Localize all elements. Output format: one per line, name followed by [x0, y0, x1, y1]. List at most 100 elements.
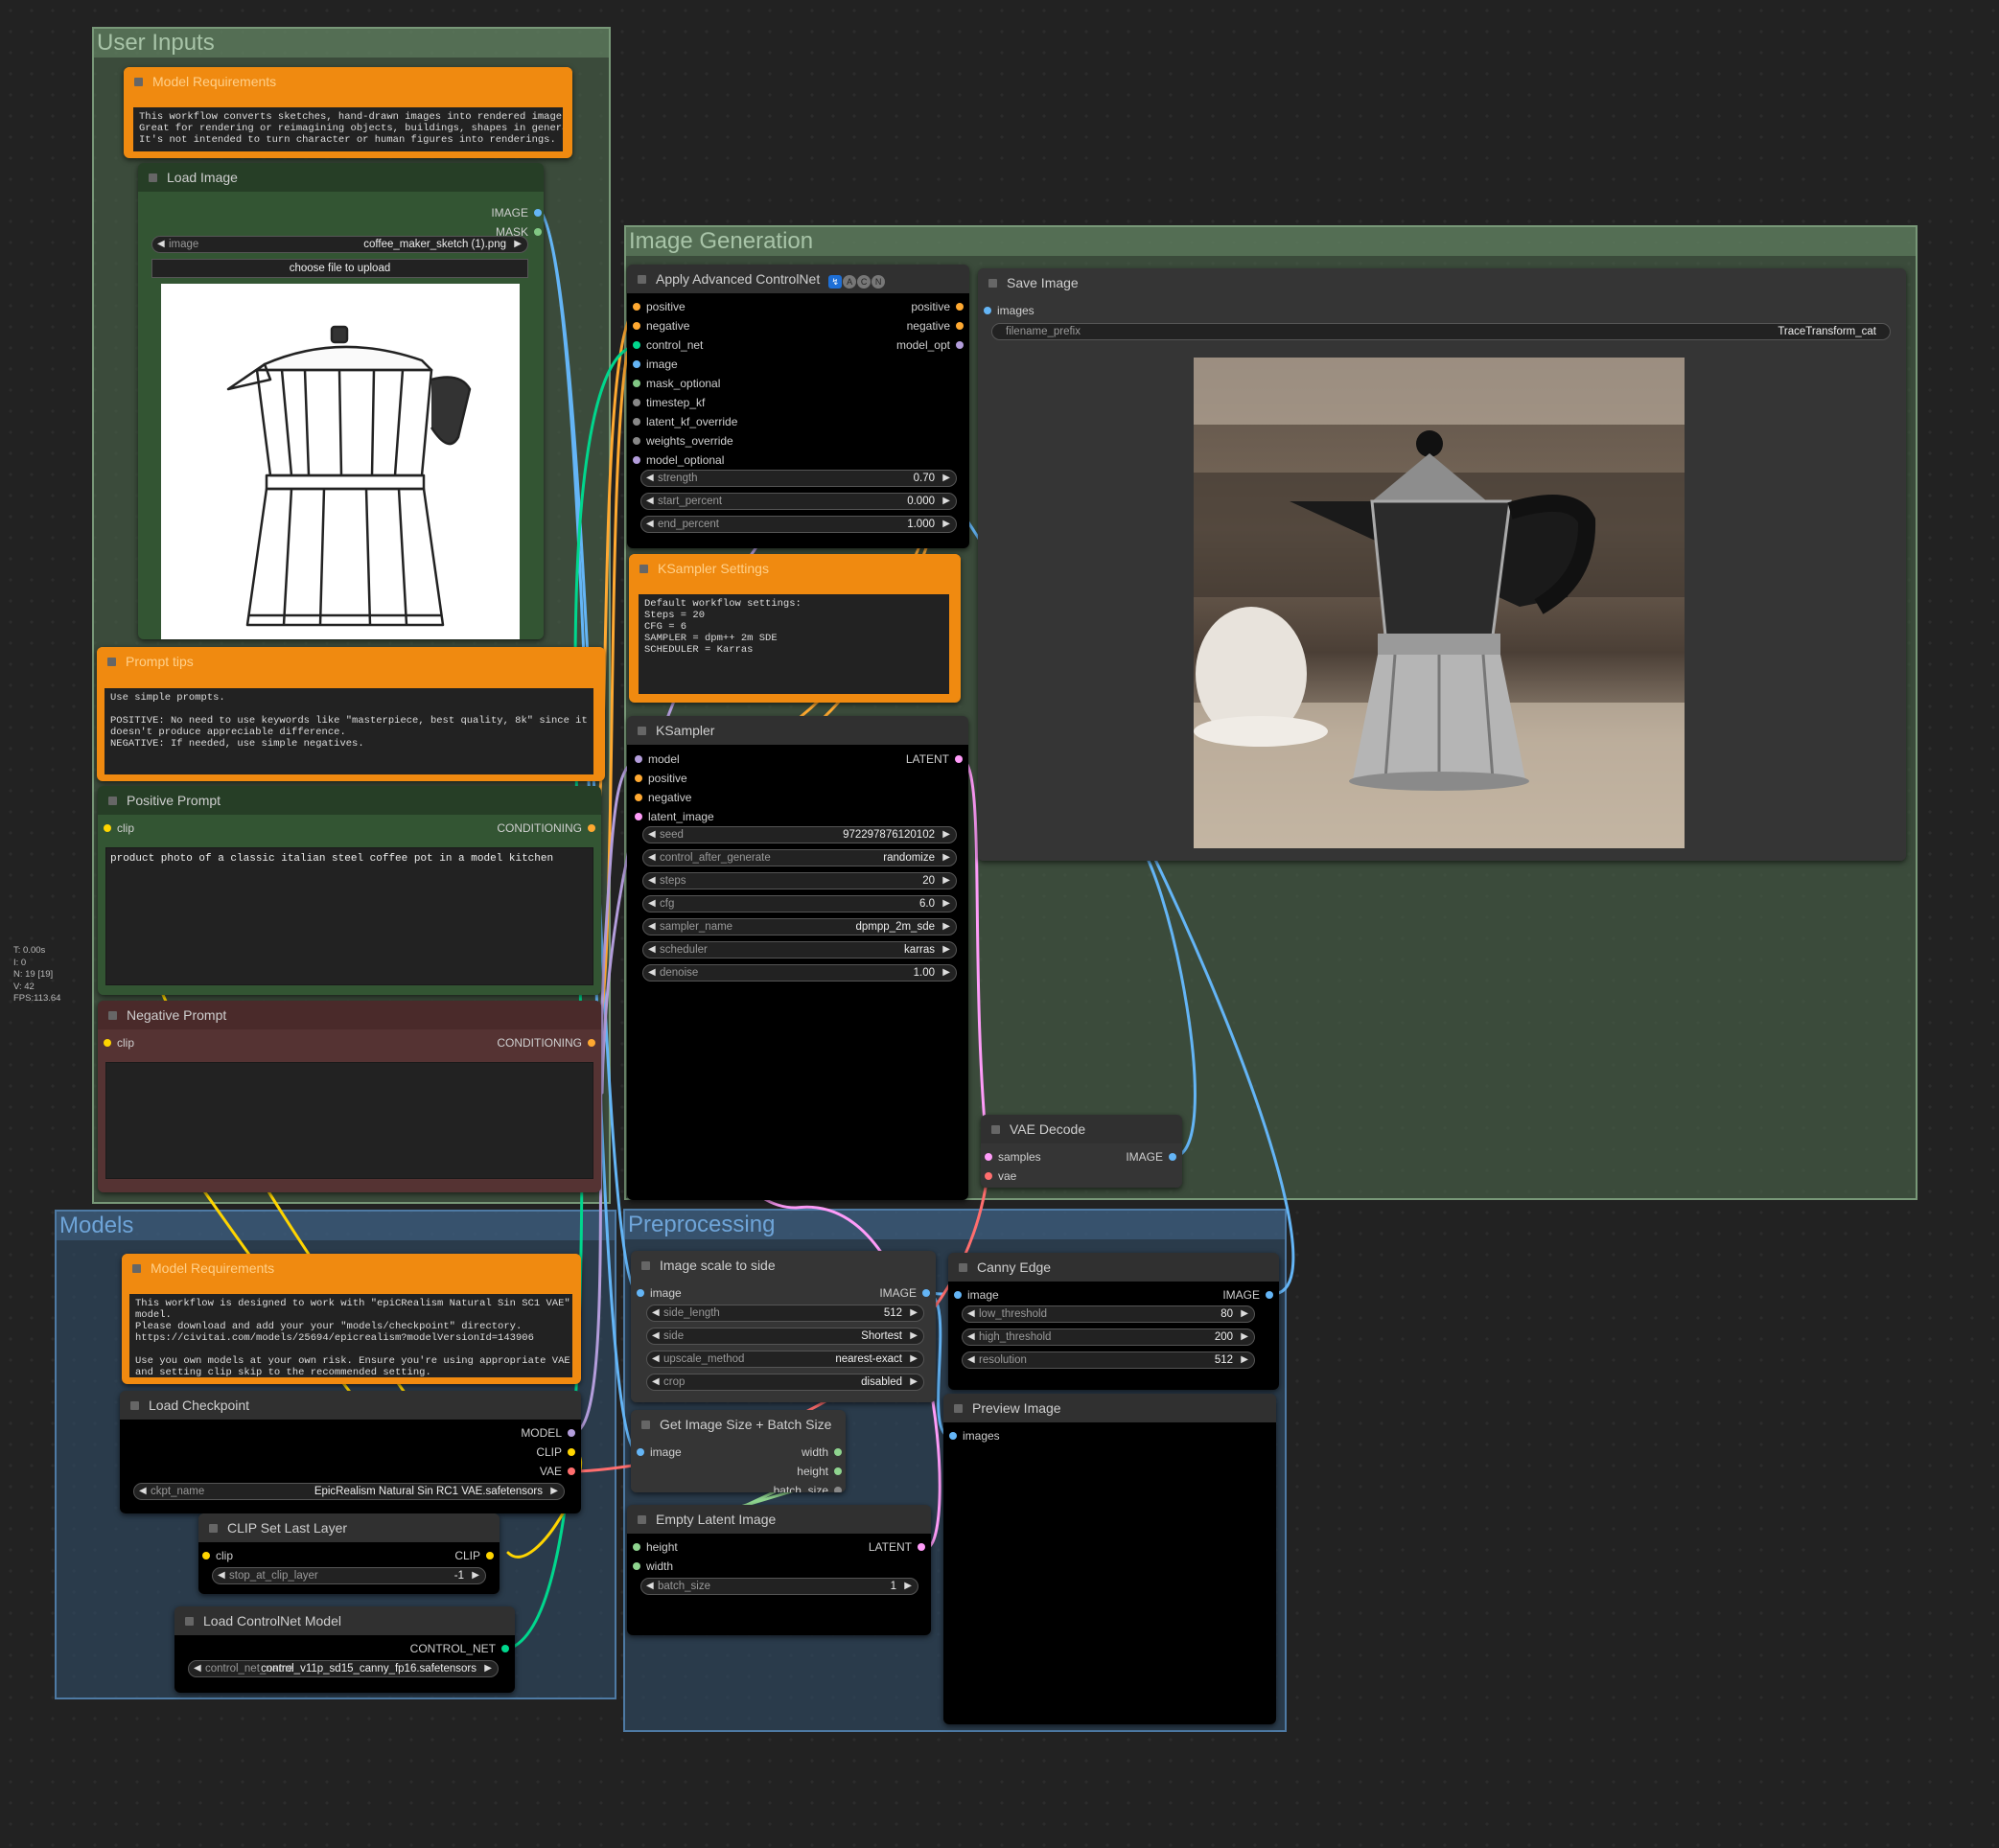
- arrow-right-icon[interactable]: ▶: [910, 1328, 918, 1344]
- slot-dot[interactable]: [104, 824, 111, 832]
- output-positive[interactable]: positive: [911, 299, 964, 314]
- slot-dot[interactable]: [633, 399, 640, 406]
- slot-dot[interactable]: [956, 303, 964, 311]
- node-apply-advanced-controlnet[interactable]: Apply Advanced ControlNet ↯ A C N positive …: [627, 265, 969, 548]
- output-model-opt[interactable]: model_opt: [896, 337, 964, 353]
- control-net-name-select[interactable]: ◀ control_net_name control_v11p_sd15_canny…: [188, 1660, 499, 1677]
- slot-dot[interactable]: [534, 209, 542, 217]
- slot-dot[interactable]: [633, 303, 640, 311]
- slot-dot[interactable]: [633, 341, 640, 349]
- arrow-right-icon[interactable]: ▶: [942, 896, 950, 912]
- image-select[interactable]: ◀ image coffee_maker_sketch (1).png ▶: [151, 236, 528, 253]
- upload-button[interactable]: choose file to upload: [151, 259, 528, 278]
- stop-at-clip-layer-widget[interactable]: ◀ stop_at_clip_layer -1 ▶: [212, 1567, 486, 1584]
- arrow-left-icon[interactable]: ◀: [967, 1329, 975, 1345]
- output-conditioning[interactable]: CONDITIONING: [497, 820, 595, 836]
- input-latent-image[interactable]: latent_image: [635, 809, 714, 824]
- slot-dot[interactable]: [984, 307, 991, 314]
- slot-dot[interactable]: [834, 1487, 842, 1492]
- arrow-right-icon[interactable]: ▶: [942, 873, 950, 889]
- arrow-left-icon[interactable]: ◀: [652, 1328, 660, 1344]
- start-percent-widget[interactable]: ◀ start_percent 0.000 ▶: [640, 493, 957, 510]
- node-empty-latent-image[interactable]: Empty Latent Image height width LATENT ◀…: [627, 1505, 931, 1635]
- strength-widget[interactable]: ◀ strength 0.70 ▶: [640, 470, 957, 487]
- node-get-image-size[interactable]: Get Image Size + Batch Size image width …: [631, 1410, 846, 1492]
- slot-dot[interactable]: [633, 380, 640, 387]
- slot-dot[interactable]: [501, 1645, 509, 1652]
- scheduler-widget[interactable]: ◀ scheduler karras ▶: [642, 941, 957, 959]
- input-clip[interactable]: clip: [104, 820, 134, 836]
- node-model-requirements-1[interactable]: Model Requirements This workflow convert…: [124, 67, 572, 158]
- input-positive[interactable]: positive: [635, 771, 687, 786]
- node-title[interactable]: Save Image: [978, 268, 1906, 297]
- filename-prefix-input[interactable]: filename_prefix TraceTransform_cat: [991, 323, 1891, 340]
- slot-dot[interactable]: [635, 794, 642, 801]
- slot-dot[interactable]: [1266, 1291, 1273, 1299]
- slot-dot[interactable]: [568, 1448, 575, 1456]
- arrow-right-icon[interactable]: ▶: [514, 237, 522, 252]
- node-prompt-tips[interactable]: Prompt tips Use simple prompts. POSITIVE…: [97, 647, 605, 781]
- arrow-left-icon[interactable]: ◀: [967, 1352, 975, 1368]
- node-title[interactable]: KSampler: [627, 716, 968, 745]
- input-negative[interactable]: negative: [635, 790, 691, 805]
- slot-dot[interactable]: [633, 437, 640, 445]
- arrow-right-icon[interactable]: ▶: [910, 1351, 918, 1367]
- node-title[interactable]: Negative Prompt: [98, 1001, 601, 1029]
- arrow-left-icon[interactable]: ◀: [652, 1351, 660, 1367]
- arrow-left-icon[interactable]: ◀: [648, 919, 656, 935]
- arrow-left-icon[interactable]: ◀: [646, 494, 654, 509]
- input-image[interactable]: image: [637, 1285, 682, 1301]
- arrow-right-icon[interactable]: ▶: [942, 517, 950, 532]
- slot-dot[interactable]: [588, 824, 595, 832]
- slot-dot[interactable]: [486, 1552, 494, 1559]
- input-height[interactable]: height: [633, 1539, 678, 1555]
- slot-dot[interactable]: [635, 774, 642, 782]
- arrow-right-icon[interactable]: ▶: [910, 1305, 918, 1321]
- sampler-name-widget[interactable]: ◀ sampler_name dpmpp_2m_sde ▶: [642, 918, 957, 936]
- slot-dot[interactable]: [633, 360, 640, 368]
- slot-dot[interactable]: [637, 1289, 644, 1297]
- high-threshold-widget[interactable]: ◀ high_threshold 200 ▶: [962, 1328, 1255, 1346]
- slot-dot[interactable]: [834, 1467, 842, 1475]
- slot-dot[interactable]: [633, 456, 640, 464]
- input-image[interactable]: image: [637, 1444, 682, 1460]
- slot-dot[interactable]: [635, 755, 642, 763]
- arrow-left-icon[interactable]: ◀: [648, 850, 656, 866]
- arrow-right-icon[interactable]: ▶: [550, 1484, 558, 1499]
- arrow-left-icon[interactable]: ◀: [652, 1305, 660, 1321]
- input-vae[interactable]: vae: [985, 1168, 1016, 1184]
- arrow-right-icon[interactable]: ▶: [942, 471, 950, 486]
- arrow-left-icon[interactable]: ◀: [646, 517, 654, 532]
- note-text[interactable]: This workflow is designed to work with "…: [129, 1294, 572, 1377]
- denoise-widget[interactable]: ◀ denoise 1.00 ▶: [642, 964, 957, 982]
- batch-size-widget[interactable]: ◀ batch_size 1 ▶: [640, 1578, 918, 1595]
- node-model-requirements-2[interactable]: Model Requirements This workflow is desi…: [122, 1254, 581, 1384]
- node-title[interactable]: Load Image: [138, 163, 544, 192]
- input-image[interactable]: image: [633, 357, 678, 372]
- arrow-right-icon[interactable]: ▶: [942, 965, 950, 981]
- node-title[interactable]: Get Image Size + Batch Size: [631, 1410, 846, 1439]
- output-model[interactable]: MODEL: [521, 1425, 575, 1441]
- slot-dot[interactable]: [834, 1448, 842, 1456]
- slot-dot[interactable]: [588, 1039, 595, 1047]
- output-image[interactable]: IMAGE: [491, 205, 542, 220]
- note-text[interactable]: Default workflow settings: Steps = 20 CF…: [639, 594, 949, 694]
- output-height[interactable]: height: [797, 1464, 842, 1479]
- arrow-right-icon[interactable]: ▶: [942, 942, 950, 958]
- node-title[interactable]: Model Requirements: [124, 67, 572, 96]
- output-image[interactable]: IMAGE: [1126, 1149, 1176, 1165]
- output-control-net[interactable]: CONTROL_NET: [410, 1641, 509, 1656]
- ckpt-name-select[interactable]: ◀ ckpt_name EpicRealism Natural Sin RC1 VA…: [133, 1483, 565, 1500]
- slot-dot[interactable]: [949, 1432, 957, 1440]
- arrow-right-icon[interactable]: ▶: [942, 494, 950, 509]
- node-title[interactable]: Apply Advanced ControlNet ↯ A C N: [627, 265, 969, 293]
- arrow-left-icon[interactable]: ◀: [646, 471, 654, 486]
- output-latent[interactable]: LATENT: [906, 751, 963, 767]
- slot-dot[interactable]: [568, 1467, 575, 1475]
- slot-dot[interactable]: [104, 1039, 111, 1047]
- upscale-method-widget[interactable]: ◀ upscale_method nearest-exact ▶: [646, 1351, 924, 1368]
- node-title[interactable]: Positive Prompt: [98, 786, 601, 815]
- slot-dot[interactable]: [918, 1543, 925, 1551]
- node-title[interactable]: KSampler Settings: [629, 554, 961, 583]
- node-title[interactable]: Load Checkpoint: [120, 1391, 581, 1420]
